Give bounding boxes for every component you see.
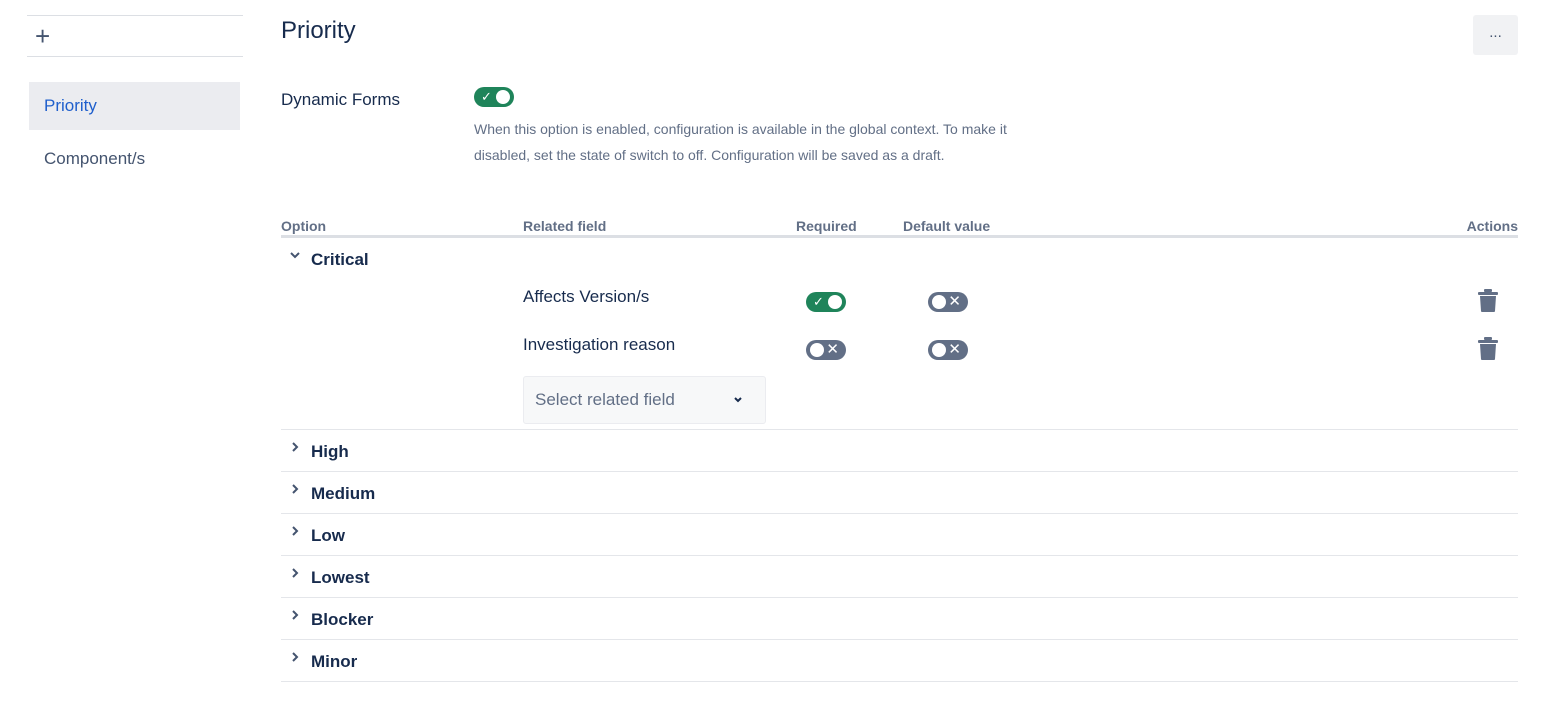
select-placeholder: Select related field [535,390,675,409]
table-row: Affects Version/s ✓ ✕ [281,279,1518,327]
table-header: Option Related field Required Default va… [281,216,1518,238]
chevron-right-icon [289,482,301,498]
page-title: Priority [281,17,356,44]
trash-icon[interactable] [1477,289,1499,313]
select-row: Select related field [281,375,1518,424]
table-row: Investigation reason ✕ ✕ [281,327,1518,375]
option-group-minor: Minor [281,640,1518,682]
related-field-select[interactable]: Select related field [523,376,766,424]
required-toggle[interactable]: ✓ [806,292,846,312]
x-icon: ✕ [948,341,961,358]
option-header-lowest[interactable]: Lowest [281,556,1518,597]
plus-icon: + [35,20,51,51]
sidebar-item-label: Component/s [44,149,146,168]
related-field-name: Affects Version/s [523,287,650,306]
chevron-right-icon [289,524,301,540]
dynamic-forms-description: When this option is enabled, configurati… [474,121,1007,163]
option-name: High [311,442,349,461]
toggle-knob [932,295,946,309]
option-name: Blocker [311,610,374,629]
option-name: Low [311,526,345,545]
options-table: Option Related field Required Default va… [281,216,1518,682]
option-name: Critical [311,250,369,269]
sidebar-item-priority[interactable]: Priority [29,82,240,130]
x-icon: ✕ [948,293,961,310]
toggle-knob [496,90,510,104]
option-group-blocker: Blocker [281,598,1518,640]
option-header-blocker[interactable]: Blocker [281,598,1518,639]
chevron-down-icon [289,248,301,264]
option-group-medium: Medium [281,472,1518,514]
option-group-high: High [281,430,1518,472]
option-header-medium[interactable]: Medium [281,472,1518,513]
column-required: Required [796,218,857,234]
option-group-lowest: Lowest [281,556,1518,598]
more-icon: ... [1489,23,1502,41]
option-group-low: Low [281,514,1518,556]
dynamic-forms-toggle[interactable]: ✓ [474,87,514,107]
sidebar-item-components[interactable]: Component/s [29,135,240,183]
dynamic-forms-label: Dynamic Forms [281,90,401,109]
check-icon: ✓ [481,89,492,104]
toggle-knob [810,343,824,357]
option-header-minor[interactable]: Minor [281,640,1518,681]
toggle-knob [932,343,946,357]
column-actions: Actions [1466,218,1518,234]
main-content: Priority ... Dynamic Forms ✓ When this o… [281,0,1518,702]
sidebar-nav: Priority Component/s [27,82,243,183]
required-toggle[interactable]: ✕ [806,340,846,360]
option-header-high[interactable]: High [281,430,1518,471]
option-group-critical: Critical Affects Version/s ✓ ✕ Investiga… [281,238,1518,430]
option-name: Minor [311,652,358,671]
related-field-name: Investigation reason [523,335,676,354]
sidebar-item-label: Priority [44,96,97,115]
column-default-value: Default value [903,218,991,234]
more-actions-button[interactable]: ... [1473,15,1518,55]
default-value-toggle[interactable]: ✕ [928,340,968,360]
x-icon: ✕ [826,341,839,358]
check-icon: ✓ [813,294,824,309]
toggle-knob [828,295,842,309]
option-name: Lowest [311,568,370,587]
default-value-toggle[interactable]: ✕ [928,292,968,312]
column-related-field: Related field [523,218,607,234]
chevron-right-icon [289,608,301,624]
option-header-critical[interactable]: Critical [281,238,1518,279]
column-option: Option [281,218,327,234]
option-name: Medium [311,484,376,503]
chevron-down-icon [733,377,743,423]
chevron-right-icon [289,440,301,456]
chevron-right-icon [289,650,301,666]
add-button[interactable]: + [27,15,243,57]
sidebar: + Priority Component/s [27,15,243,188]
option-header-low[interactable]: Low [281,514,1518,555]
chevron-right-icon [289,566,301,582]
trash-icon[interactable] [1477,337,1499,361]
dynamic-forms-toggle-wrap: ✓ [474,87,514,112]
